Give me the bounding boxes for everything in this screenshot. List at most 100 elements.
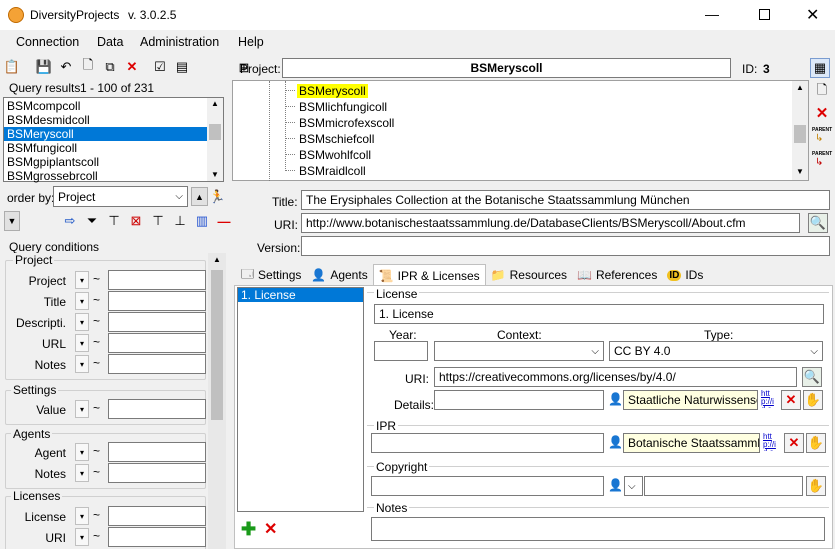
copyright-agent-field[interactable] xyxy=(644,476,803,496)
license-agent-link[interactable]: http://id.s xyxy=(761,390,779,408)
filter-clear-icon[interactable]: ⊥ xyxy=(170,211,190,231)
link-agent-icon[interactable]: ✋ xyxy=(806,476,826,496)
condition-input[interactable] xyxy=(108,527,206,547)
scroll-down-icon[interactable]: ▼ xyxy=(211,170,219,179)
remove-license-icon[interactable]: ✕ xyxy=(264,519,277,539)
list-item[interactable]: BSMeryscoll xyxy=(4,127,207,141)
new-icon[interactable]: 🗋 xyxy=(78,57,98,77)
license-name-field[interactable]: 1. License xyxy=(374,304,824,324)
operator-dropdown[interactable]: ▾ xyxy=(75,400,89,418)
context-select[interactable]: ⌵ xyxy=(434,341,604,361)
condition-input[interactable] xyxy=(108,399,206,419)
condition-input[interactable] xyxy=(108,463,206,483)
list-icon[interactable]: ▥ xyxy=(192,211,212,231)
delete-icon[interactable]: ✕ xyxy=(122,57,142,77)
condition-input[interactable] xyxy=(108,270,206,290)
details-field[interactable] xyxy=(434,390,604,410)
uri-field[interactable]: http://www.botanischestaatssammlung.de/D… xyxy=(301,213,800,233)
type-select[interactable]: CC BY 4.0 ⌵ xyxy=(609,341,823,361)
copy-icon[interactable]: ⧉ xyxy=(100,57,120,77)
operator-dropdown[interactable]: ▾ xyxy=(75,464,89,482)
filter-add-icon[interactable]: ⊤ xyxy=(104,211,124,231)
condition-input[interactable] xyxy=(108,354,206,374)
operator-dropdown[interactable]: ▾ xyxy=(75,528,89,546)
condition-input[interactable] xyxy=(108,333,206,353)
undo-icon[interactable]: ↶ xyxy=(56,57,76,77)
link-agent-icon[interactable]: ✋ xyxy=(806,433,826,453)
maximize-icon[interactable] xyxy=(759,9,770,20)
scroll-up-icon[interactable]: ▲ xyxy=(796,83,804,92)
tree-item[interactable]: BSMschiefcoll xyxy=(285,131,376,146)
condition-input[interactable] xyxy=(108,442,206,462)
tab-ids[interactable]: ID IDs xyxy=(662,265,708,285)
tab-settings[interactable]: 🗔 Settings xyxy=(236,265,306,285)
licenses-list[interactable]: 1. License xyxy=(237,287,364,512)
table-icon[interactable]: ▤ xyxy=(172,57,192,77)
filter-remove-icon[interactable]: ⊠ xyxy=(126,211,146,231)
scroll-up-icon[interactable]: ▲ xyxy=(213,255,221,264)
open-form-icon[interactable]: 📋 xyxy=(2,57,22,77)
tab-agents[interactable]: 👤 Agents xyxy=(306,265,372,285)
new-project-icon[interactable]: 🗋 xyxy=(812,82,832,102)
copyright-agent-select[interactable]: ⌵ xyxy=(624,476,643,496)
operator-dropdown[interactable]: ▾ xyxy=(75,443,89,461)
list-item[interactable]: BSMdesmidcoll xyxy=(4,113,223,127)
runner-icon[interactable]: 🏃 xyxy=(209,187,226,206)
results-list[interactable]: BSMcompcoll BSMdesmidcoll BSMeryscoll BS… xyxy=(3,97,224,183)
list-item[interactable]: BSMfungicoll xyxy=(4,141,223,155)
tree-item[interactable]: BSMlichfungicoll xyxy=(285,99,389,114)
ipr-agent-field[interactable]: Botanische Staatssammlung xyxy=(623,433,760,453)
checklist-icon[interactable]: ☑ xyxy=(150,57,170,77)
license-agent-field[interactable]: Staatliche Naturwissenschaf xyxy=(623,390,758,410)
operator-dropdown[interactable]: ▾ xyxy=(75,313,89,331)
menu-administration[interactable]: Administration xyxy=(140,35,219,49)
operator-dropdown[interactable]: ▾ xyxy=(75,334,89,352)
list-item[interactable]: BSMcompcoll xyxy=(4,99,223,113)
list-item[interactable]: 1. License xyxy=(238,288,363,302)
license-uri-field[interactable]: https://creativecommons.org/licenses/by/… xyxy=(434,367,797,387)
operator-dropdown[interactable]: ▾ xyxy=(75,292,89,310)
close-icon[interactable]: ✕ xyxy=(806,5,819,25)
scroll-thumb[interactable] xyxy=(211,270,223,420)
tree-item[interactable]: BSMraidlcoll xyxy=(285,163,368,178)
hierarchy-icon[interactable]: ▦ xyxy=(810,58,830,78)
remove-icon[interactable]: — xyxy=(214,211,234,231)
scroll-up-icon[interactable]: ▲ xyxy=(211,99,219,108)
remove-link-icon[interactable]: ✕ xyxy=(784,433,804,453)
start-query-icon[interactable]: ⇨ xyxy=(60,211,80,231)
conditions-scrollbar[interactable]: ▲ xyxy=(208,253,226,549)
copyright-field[interactable] xyxy=(371,476,604,496)
remove-link-icon[interactable]: ✕ xyxy=(781,390,801,410)
tree-scrollbar[interactable]: ▲ ▼ xyxy=(792,81,808,180)
condition-input[interactable] xyxy=(108,312,206,332)
notes-field[interactable] xyxy=(371,517,825,541)
list-item[interactable]: BSMgrossebrcoll xyxy=(4,169,223,183)
order-by-select[interactable]: Project ⌵ xyxy=(53,186,188,207)
title-field[interactable]: The Erysiphales Collection at the Botani… xyxy=(301,190,830,210)
version-field[interactable] xyxy=(301,236,830,256)
scroll-down-icon[interactable]: ▼ xyxy=(796,167,804,176)
project-field[interactable]: BSMeryscoll xyxy=(282,58,731,78)
operator-dropdown[interactable]: ▾ xyxy=(75,507,89,525)
scroll-thumb[interactable] xyxy=(794,125,806,143)
save-icon[interactable]: 💾 xyxy=(34,57,54,77)
parent-set-icon[interactable]: ↳ xyxy=(815,133,823,144)
menu-connection[interactable]: Connection xyxy=(16,35,79,49)
minimize-icon[interactable]: — xyxy=(705,6,719,22)
results-scrollbar[interactable]: ▲ ▼ xyxy=(207,98,223,181)
tab-ipr-licenses[interactable]: 📜 IPR & Licenses xyxy=(372,264,486,286)
tree-item[interactable]: BSMeryscoll xyxy=(285,83,368,98)
filter-new-icon[interactable]: ⊤ xyxy=(148,211,168,231)
tree-item[interactable]: BSMmicrofexscoll xyxy=(285,115,396,130)
menu-data[interactable]: Data xyxy=(97,35,123,49)
ipr-field[interactable] xyxy=(371,433,604,453)
browse-icon[interactable]: 🔍 xyxy=(802,367,822,387)
tab-references[interactable]: 📖 References xyxy=(572,265,662,285)
list-item[interactable]: BSMgpiplantscoll xyxy=(4,155,223,169)
sort-up-icon[interactable]: ▲ xyxy=(191,187,208,206)
operator-dropdown[interactable]: ▾ xyxy=(75,271,89,289)
ipr-agent-link[interactable]: http://id.s xyxy=(763,433,781,451)
collapse-icon[interactable]: ▼ xyxy=(4,211,20,231)
project-tree[interactable]: BSMeryscoll BSMlichfungicoll BSMmicrofex… xyxy=(232,80,809,181)
year-field[interactable] xyxy=(374,341,428,361)
